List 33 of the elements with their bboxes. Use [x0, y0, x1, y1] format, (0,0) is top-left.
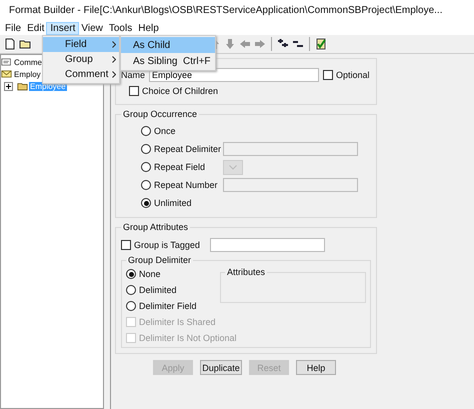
- attributes-title: Attributes: [226, 267, 266, 277]
- delimiter-radio[interactable]: Delimiter Field: [126, 301, 206, 311]
- menu-entry[interactable]: Group: [43, 52, 119, 67]
- menu-entry[interactable]: Field: [43, 37, 119, 52]
- name-label: Name: [121, 70, 146, 80]
- menu-item[interactable]: Help: [135, 22, 162, 34]
- form-button[interactable]: Help: [296, 360, 336, 375]
- group-attributes-title: Group Attributes: [122, 222, 190, 232]
- menu-entry[interactable]: Comment: [43, 67, 119, 82]
- optional-checkbox[interactable]: Optional: [323, 70, 370, 80]
- group-occurrence-title: Group Occurrence: [122, 109, 198, 119]
- occurrence-radio[interactable]: Repeat Field: [141, 162, 219, 172]
- occurrence-radio[interactable]: Repeat Number: [141, 180, 219, 190]
- menu-item[interactable]: Insert: [47, 22, 78, 34]
- delimiter-radio[interactable]: None: [126, 269, 206, 279]
- window-title: Format Builder - File[C:\Ankur\Blogs\OSB\RESTServiceApplication\CommonSBProject\Employe...: [9, 5, 442, 16]
- form-button[interactable]: Duplicate: [200, 360, 242, 375]
- menu-item[interactable]: File: [2, 22, 24, 34]
- group-tagged-checkbox[interactable]: Group is Tagged: [121, 240, 200, 250]
- menu-item[interactable]: View: [78, 22, 106, 34]
- tree-item[interactable]: Employ: [13, 70, 42, 78]
- menu-item[interactable]: Tools: [106, 22, 136, 34]
- delimiter-radio[interactable]: Delimited: [126, 285, 206, 295]
- name-field[interactable]: Employee: [149, 68, 320, 82]
- submenu-entry[interactable]: As Sibling Ctrl+F: [121, 53, 215, 69]
- occurrence-radio[interactable]: Unlimited: [141, 198, 219, 208]
- menu-item[interactable]: Edit: [24, 22, 48, 34]
- group-delimiter-title: Group Delimiter: [127, 255, 192, 265]
- occurrence-radio[interactable]: Repeat Delimiter: [141, 144, 219, 154]
- occurrence-radio[interactable]: Once: [141, 126, 219, 136]
- submenu-entry[interactable]: As Child: [121, 37, 215, 53]
- tree-item[interactable]: Comme: [13, 58, 44, 66]
- choice-of-children-checkbox[interactable]: Choice Of Children: [129, 86, 218, 96]
